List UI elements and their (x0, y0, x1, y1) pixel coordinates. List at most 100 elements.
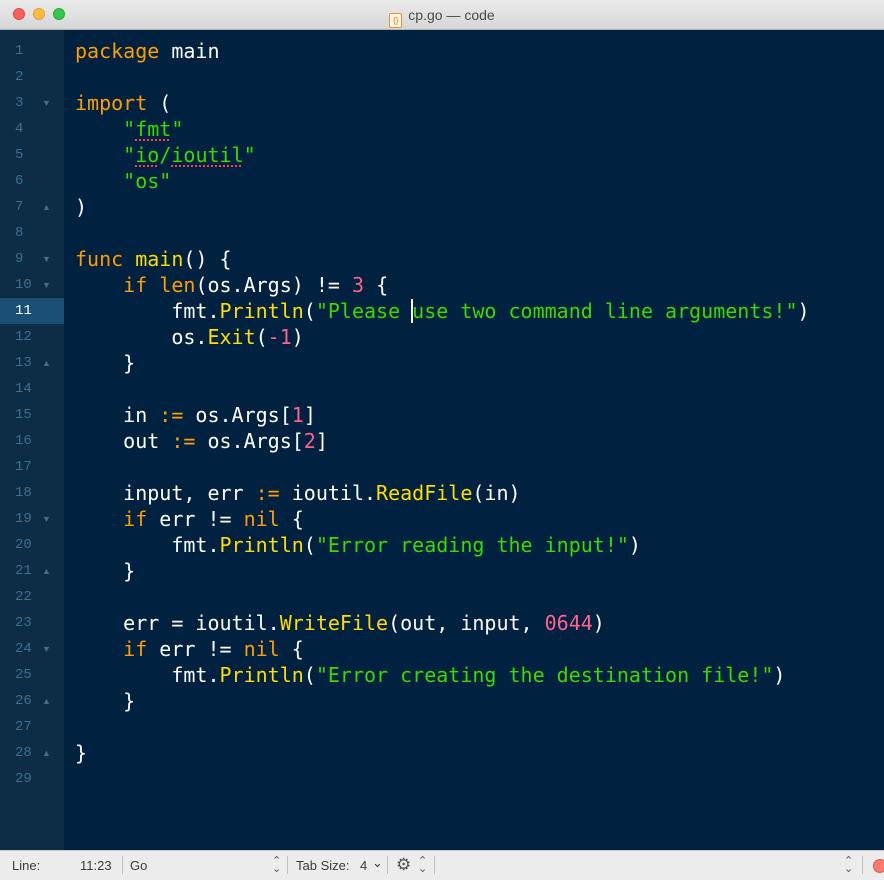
code-token: / (159, 143, 172, 167)
fold-expand-icon[interactable]: ▲ (42, 350, 51, 376)
code-line[interactable]: 9 ▼ func main() { (0, 246, 884, 272)
code-token: -1 (267, 325, 292, 349)
code-token: "Please (315, 299, 413, 323)
code-token: 1 (291, 403, 304, 427)
code-line[interactable]: 25 fmt.Println("Error creating the desti… (0, 662, 884, 688)
code-line[interactable]: 3 ▼ import ( (0, 90, 884, 116)
code-text[interactable]: out := os.Args[2] (75, 428, 328, 454)
code-line[interactable]: 12 os.Exit(-1) (0, 324, 884, 350)
code-token: " (243, 143, 256, 167)
fold-collapse-icon[interactable]: ▼ (42, 506, 51, 532)
code-token: } (75, 559, 136, 583)
fold-collapse-icon[interactable]: ▼ (42, 90, 51, 116)
code-text[interactable]: import ( (75, 90, 171, 116)
line-number: 1 (15, 43, 24, 59)
tab-size-value[interactable]: 4 (360, 858, 367, 873)
code-line[interactable]: 18 input, err := ioutil.ReadFile(in) (0, 480, 884, 506)
code-line[interactable]: 26 ▲ } (0, 688, 884, 714)
fold-expand-icon[interactable]: ▲ (42, 194, 51, 220)
code-line[interactable]: 17 (0, 454, 884, 480)
gear-updown-icon[interactable]: ⌃ ⌄ (418, 856, 427, 875)
code-line[interactable]: 10 ▼ if len(os.Args) != 3 { (0, 272, 884, 298)
code-line[interactable]: 20 fmt.Println("Error reading the input!… (0, 532, 884, 558)
code-token: func (75, 247, 124, 271)
code-text[interactable]: "os" (75, 168, 171, 194)
code-token: input, err (75, 481, 256, 505)
gear-icon[interactable]: ⚙ (396, 855, 411, 875)
code-text[interactable]: } (75, 740, 87, 766)
code-line[interactable]: 28 ▲} (0, 740, 884, 766)
code-text[interactable]: "fmt" (75, 116, 183, 142)
code-line[interactable]: 2 (0, 64, 884, 90)
fold-collapse-icon[interactable]: ▼ (42, 272, 51, 298)
code-text[interactable]: input, err := ioutil.ReadFile(in) (75, 480, 520, 506)
code-token: Exit (207, 325, 256, 349)
code-token: := (159, 403, 184, 427)
code-text[interactable]: } (75, 350, 135, 376)
code-line[interactable]: 24 ▼ if err != nil { (0, 636, 884, 662)
code-line[interactable]: 21 ▲ } (0, 558, 884, 584)
code-line[interactable]: 6 "os" (0, 168, 884, 194)
code-line[interactable]: 7 ▲) (0, 194, 884, 220)
code-text[interactable]: err = ioutil.WriteFile(out, input, 0644) (75, 610, 605, 636)
code-text[interactable]: package main (75, 38, 220, 64)
code-line[interactable]: 22 (0, 584, 884, 610)
code-token: err != (147, 507, 244, 531)
code-editor[interactable]: 1 package main 2 3 ▼ import (4 "fmt" 5 "io/iou… (0, 30, 884, 850)
language-updown-icon[interactable]: ⌃ ⌄ (272, 856, 281, 875)
code-text[interactable]: } (75, 688, 135, 714)
code-text[interactable]: func main() { (75, 246, 232, 272)
code-token: "Error creating the destination file!" (315, 663, 774, 687)
line-number: 22 (15, 589, 32, 605)
code-line[interactable]: 19 ▼ if err != nil { (0, 506, 884, 532)
code-token: fmt. (75, 663, 220, 687)
code-line[interactable]: 23 err = ioutil.WriteFile(out, input, 06… (0, 610, 884, 636)
fold-expand-icon[interactable]: ▲ (42, 558, 51, 584)
code-line[interactable]: 27 (0, 714, 884, 740)
line-number: 11 (0, 298, 64, 324)
code-token: if (123, 273, 148, 297)
code-line[interactable]: 11 fmt.Println("Please use two command l… (0, 298, 884, 324)
fold-collapse-icon[interactable]: ▼ (42, 636, 51, 662)
code-token: ( (303, 533, 316, 557)
code-token: := (255, 481, 280, 505)
code-text[interactable]: ) (75, 194, 87, 220)
cursor-position[interactable]: 11:23 (80, 858, 112, 873)
code-text[interactable]: in := os.Args[1] (75, 402, 316, 428)
code-token: err = ioutil. (75, 611, 280, 635)
code-line[interactable]: 8 (0, 220, 884, 246)
code-line[interactable]: 5 "io/ioutil" (0, 142, 884, 168)
code-line[interactable]: 29 (0, 766, 884, 792)
code-token: out (75, 429, 172, 453)
code-text[interactable]: if err != nil { (75, 636, 304, 662)
code-text[interactable]: if len(os.Args) != 3 { (75, 272, 388, 298)
code-line[interactable]: 14 (0, 376, 884, 402)
tab-size-chevron-icon[interactable]: ⌄ (372, 855, 383, 871)
fold-expand-icon[interactable]: ▲ (42, 688, 51, 714)
symbol-updown-icon[interactable]: ⌃ ⌄ (844, 856, 853, 875)
code-token: ( (255, 325, 268, 349)
code-line[interactable]: 13 ▲ } (0, 350, 884, 376)
language-selector[interactable]: Go (130, 858, 147, 873)
title-bar[interactable]: {} cp.go — code (0, 0, 884, 30)
code-text[interactable]: fmt.Println("Please use two command line… (75, 298, 810, 324)
line-number: 18 (15, 485, 32, 501)
code-text[interactable]: os.Exit(-1) (75, 324, 303, 350)
code-text[interactable]: "io/ioutil" (75, 142, 256, 168)
macro-record-icon[interactable] (873, 859, 884, 873)
code-line[interactable]: 1 package main (0, 38, 884, 64)
code-text[interactable]: } (75, 558, 135, 584)
code-line[interactable]: 15 in := os.Args[1] (0, 402, 884, 428)
code-token: } (75, 689, 136, 713)
status-divider (387, 856, 388, 874)
code-text[interactable]: fmt.Println("Error creating the destinat… (75, 662, 785, 688)
fold-collapse-icon[interactable]: ▼ (42, 246, 51, 272)
code-token: } (75, 351, 136, 375)
code-line[interactable]: 16 out := os.Args[2] (0, 428, 884, 454)
code-text[interactable]: fmt.Println("Error reading the input!") (75, 532, 641, 558)
code-text[interactable]: if err != nil { (75, 506, 304, 532)
fold-expand-icon[interactable]: ▲ (42, 740, 51, 766)
code-line[interactable]: 4 "fmt" (0, 116, 884, 142)
